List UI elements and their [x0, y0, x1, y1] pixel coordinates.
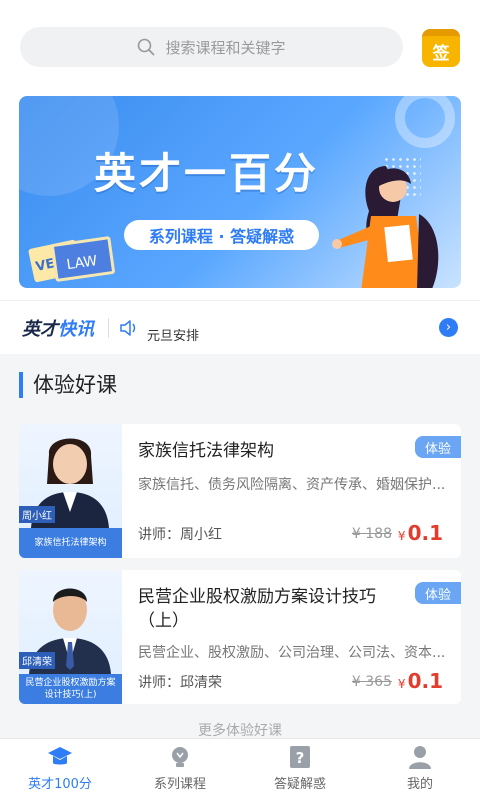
thumbnail-caption: 民营企业股权激励方案设计技巧(上): [19, 674, 122, 704]
sale-price: ¥0.1: [398, 521, 443, 545]
tab-home[interactable]: 英才100分: [0, 739, 120, 800]
original-price: ¥ 188: [351, 526, 392, 542]
divider: [108, 317, 109, 338]
search-bar[interactable]: 搜索课程和关键字: [20, 27, 403, 67]
thumbnail-name: 邱清荣: [19, 652, 55, 669]
thumbnail-caption: 家族信托法律架构: [19, 528, 122, 558]
tab-qa[interactable]: ? 答疑解惑: [240, 739, 360, 800]
news-brand-part2: 快讯: [58, 318, 94, 340]
tab-label: 答疑解惑: [273, 777, 326, 792]
sign-in-label: 签: [432, 44, 450, 64]
tab-label: 英才100分: [28, 777, 92, 792]
section-title: 体验好课: [19, 372, 480, 398]
speaker-icon: [120, 319, 136, 336]
course-keywords: 家族信托、债务风险隔离、资产传承、婚姻保护...: [138, 477, 446, 493]
original-price: ¥ 365: [351, 674, 392, 690]
course-lecturer: 讲师：周小红: [138, 527, 222, 543]
bottom-tab-bar: 英才100分 系列课程 ? 答疑解惑 我的: [0, 738, 480, 800]
search-placeholder: 搜索课程和关键字: [165, 38, 286, 57]
course-keywords: 民营企业、股权激励、公司治理、公司法、资本...: [138, 645, 446, 661]
price-symbol: ¥: [397, 677, 406, 691]
news-ticker[interactable]: 英才快讯 元旦安排 ›: [0, 300, 480, 354]
news-brand-logo: 英才快讯: [22, 315, 94, 341]
chevron-right-icon[interactable]: ›: [439, 318, 458, 337]
question-icon: ?: [290, 746, 310, 768]
trial-badge: 体验: [415, 582, 461, 604]
thumbnail-name: 周小红: [19, 506, 55, 523]
banner-subtitle: 系列课程 · 答疑解惑: [124, 220, 319, 250]
price-value: 0.1: [407, 521, 443, 545]
user-icon: [409, 746, 431, 769]
more-courses-link[interactable]: 更多体验好课: [0, 720, 480, 740]
graduation-cap-icon: [48, 747, 72, 765]
tab-series[interactable]: 系列课程: [120, 739, 240, 800]
course-title: 家族信托法律架构: [138, 441, 274, 461]
news-text: 元旦安排: [147, 329, 200, 344]
price-value: 0.1: [407, 669, 443, 693]
woman-illustration: [332, 166, 439, 288]
sign-in-button[interactable]: 签: [422, 29, 460, 67]
course-thumbnail: 邱清荣 民营企业股权激励方案设计技巧(上): [19, 570, 122, 704]
course-card[interactable]: 邱清荣 民营企业股权激励方案设计技巧(上) 民营企业股权激励方案设计技巧（上） …: [19, 570, 461, 704]
course-card[interactable]: 周小红 家族信托法律架构 家族信托法律架构 体验 家族信托、债务风险隔离、资产传…: [19, 424, 461, 558]
tab-me[interactable]: 我的: [360, 739, 480, 800]
course-lecturer: 讲师：邱清荣: [138, 675, 222, 691]
banner-title: 英才一百分: [94, 149, 320, 198]
tab-label: 我的: [406, 777, 433, 792]
banner-container: 英才一百分 系列课程 · 答疑解惑 VE LAW: [0, 90, 480, 300]
top-bar: 搜索课程和关键字 签: [0, 0, 480, 90]
law-book-illustration: LAW: [50, 236, 116, 282]
course-title: 民营企业股权激励方案设计技巧（上）: [138, 587, 376, 631]
promo-banner[interactable]: 英才一百分 系列课程 · 答疑解惑 VE LAW: [19, 96, 461, 288]
search-icon: [138, 38, 155, 56]
lightbulb-icon: [172, 747, 188, 767]
sale-price: ¥0.1: [398, 669, 443, 693]
course-thumbnail: 周小红 家族信托法律架构: [19, 424, 122, 558]
price-symbol: ¥: [397, 529, 406, 543]
trial-badge: 体验: [415, 436, 461, 458]
svg-text:?: ?: [296, 749, 305, 767]
news-brand-part1: 英才: [22, 318, 58, 340]
banner-ring: [395, 96, 455, 148]
tab-label: 系列课程: [153, 777, 206, 792]
